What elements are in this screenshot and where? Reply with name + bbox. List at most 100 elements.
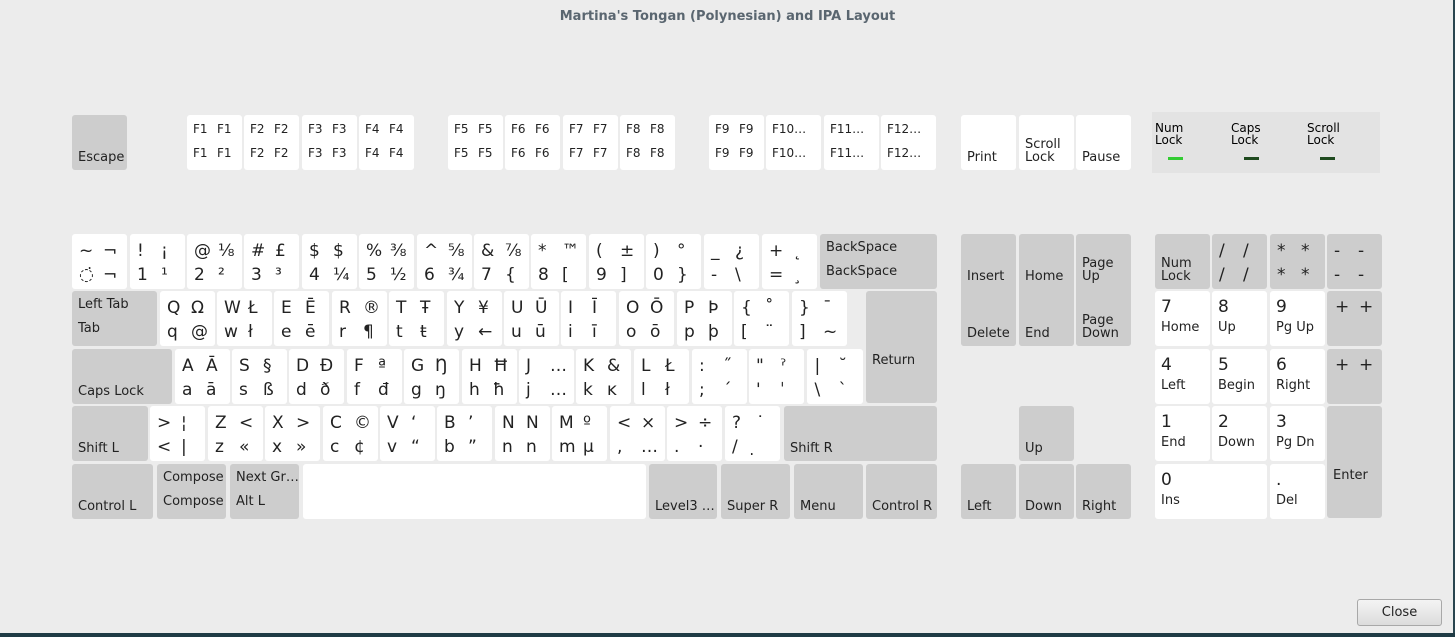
key-ab04[interactable]: V ‘ v “ (380, 406, 435, 461)
key-ad08[interactable]: IĪiī (561, 291, 616, 346)
key-ac09[interactable]: LŁlł (634, 349, 689, 404)
key-kp8[interactable]: 8 Up (1212, 291, 1267, 346)
key-up[interactable]: Up (1019, 406, 1074, 461)
key-lfsh[interactable]: Shift L (72, 406, 148, 461)
key-kpdv[interactable]: / / / / (1212, 234, 1267, 289)
key-kpmu[interactable]: * * * * (1270, 234, 1325, 289)
key-lctl[interactable]: Control L (72, 464, 153, 519)
key-kp5[interactable]: 5 Begin (1212, 349, 1267, 404)
key-kp1[interactable]: 1 End (1155, 406, 1210, 461)
key-kp2[interactable]: 2 Down (1212, 406, 1267, 461)
key-ad12[interactable]: } ¯] ~ (792, 291, 847, 346)
key-ac07[interactable]: J… j… (519, 349, 574, 404)
key-kp3[interactable]: 3 Pg Dn (1270, 406, 1325, 461)
key-menu[interactable]: Menu (794, 464, 863, 519)
key-f3[interactable]: F3 F3 F3 F3 (302, 115, 357, 170)
key-bksl[interactable]: | ˘ \ ` (807, 349, 863, 404)
key-kpen[interactable]: Enter (1327, 406, 1382, 518)
key-rwin[interactable]: Super R (721, 464, 790, 519)
key-esc[interactable]: Escape (72, 115, 127, 170)
key-ac10[interactable]: : ˝; ´ (692, 349, 747, 404)
key-pgdn[interactable]: Page Down (1076, 291, 1131, 346)
key-ad01[interactable]: Q Ωq @ (160, 291, 215, 346)
key-ad05[interactable]: TŦtŧ (389, 291, 444, 346)
key-ab05[interactable]: B ’ b ” (437, 406, 492, 461)
key-ae07[interactable]: & ⅞ 7 { (474, 234, 529, 289)
key-ae09[interactable]: (±9] (589, 234, 644, 289)
key-ad06[interactable]: Y ¥ y ← (447, 291, 502, 346)
key-ac02[interactable]: S § s ß (232, 349, 287, 404)
key-rtsh[interactable]: Shift R (784, 406, 937, 461)
key-ad10[interactable]: PÞpþ (677, 291, 732, 346)
key-pause[interactable]: Pause (1076, 115, 1131, 170)
key-ac08[interactable]: K & k ĸ (576, 349, 631, 404)
key-ac03[interactable]: DĐdð (289, 349, 344, 404)
key-ac05[interactable]: GŊgŋ (404, 349, 459, 404)
key-ae10[interactable]: ) ° 0} (646, 234, 701, 289)
key-ae02[interactable]: @ ⅛ 2 ² (187, 234, 242, 289)
key-kp7[interactable]: 7 Home (1155, 291, 1210, 346)
key-f7[interactable]: F7 F7 F7 F7 (563, 115, 618, 170)
key-ret[interactable]: Return (866, 291, 937, 403)
key-f6[interactable]: F6 F6 F6 F6 (505, 115, 560, 170)
key-ae01[interactable]: ! ¡ 1 ¹ (130, 234, 185, 289)
key-ad09[interactable]: OŌoō (619, 291, 674, 346)
key-f4[interactable]: F4 F4 F4 F4 (359, 115, 414, 170)
key-left[interactable]: Left (961, 464, 1016, 519)
key-f5[interactable]: F5 F5 F5 F5 (448, 115, 503, 170)
key-kpad[interactable]: + + (1327, 291, 1382, 346)
key-ac11[interactable]: " ˀ ' ˈ (749, 349, 804, 404)
key-lalt[interactable]: Next Gr… Alt L (230, 464, 299, 519)
key-f12[interactable]: F12… F12… (881, 115, 936, 170)
key-caps[interactable]: Caps Lock (72, 349, 172, 404)
key-bksp[interactable]: BackSpace BackSpace (820, 234, 937, 289)
key-f8[interactable]: F8 F8 F8 F8 (620, 115, 675, 170)
key-f10[interactable]: F10… F10… (766, 115, 821, 170)
key-lsgt[interactable]: > ¦ < | (150, 406, 205, 461)
key-kp4[interactable]: 4 Left (1155, 349, 1210, 404)
key-ae06[interactable]: ^ ⅝ 6 ¾ (417, 234, 472, 289)
key-kp9[interactable]: 9 Pg Up (1270, 291, 1325, 346)
key-space[interactable] (303, 464, 646, 519)
key-rctl[interactable]: Control R (866, 464, 937, 519)
key-ab08[interactable]: < ×,… (610, 406, 665, 461)
key-ab01[interactable]: Z < z « (208, 406, 263, 461)
key-ac06[interactable]: HĦhħ (462, 349, 517, 404)
key-down[interactable]: Down (1019, 464, 1074, 519)
key-ad02[interactable]: WŁwł (217, 291, 272, 346)
key-kpadd2[interactable]: + + (1327, 349, 1382, 404)
key-f2[interactable]: F2 F2 F2 F2 (244, 115, 299, 170)
key-ab02[interactable]: X > x » (265, 406, 320, 461)
key-ab10[interactable]: ?˙/̣ (725, 406, 780, 461)
key-ab09[interactable]: > ÷. · (667, 406, 722, 461)
key-ae08[interactable]: * ™ 8 [ (531, 234, 586, 289)
key-ae12[interactable]: + ˛ = ¸ (762, 234, 817, 289)
key-nmlk[interactable]: Num Lock (1155, 234, 1210, 289)
key-ad11[interactable]: {˚ [¨ (734, 291, 789, 346)
key-lvl3[interactable]: Level3 … (649, 464, 717, 519)
key-ad07[interactable]: UŪuū (504, 291, 559, 346)
key-right[interactable]: Right (1076, 464, 1131, 519)
key-scrolllock[interactable]: Scroll Lock (1019, 115, 1074, 170)
key-tlde[interactable]: ~ ¬ ◌̇ ¬ (72, 234, 127, 289)
key-print[interactable]: Print (961, 115, 1016, 170)
key-ad03[interactable]: EĒeē (274, 291, 329, 346)
key-f1[interactable]: F1 F1 F1 F1 (187, 115, 242, 170)
key-ae05[interactable]: % ⅜ 5 ½ (359, 234, 414, 289)
key-ae04[interactable]: $ $4 ¼ (302, 234, 357, 289)
key-f9[interactable]: F9 F9 F9 F9 (709, 115, 764, 170)
key-ab03[interactable]: C © c ¢ (323, 406, 378, 461)
key-tab[interactable]: Left Tab Tab (72, 291, 157, 346)
key-kp6[interactable]: 6 Right (1270, 349, 1325, 404)
key-ac01[interactable]: AĀaā (175, 349, 230, 404)
key-ad04[interactable]: R ® r ¶ (332, 291, 387, 346)
key-kpdl[interactable]: . Del (1270, 464, 1325, 519)
key-f11[interactable]: F11… F11… (824, 115, 879, 170)
key-ab07[interactable]: Mºmµ (552, 406, 607, 461)
key-ae11[interactable]: _ ¿ - \ (704, 234, 759, 289)
key-ac04[interactable]: Fªfđ (347, 349, 402, 404)
key-kp0[interactable]: 0 Ins (1155, 464, 1267, 519)
key-end[interactable]: End (1019, 291, 1074, 346)
key-ae03[interactable]: # £3 ³ (244, 234, 299, 289)
key-dele[interactable]: Delete (961, 291, 1016, 346)
